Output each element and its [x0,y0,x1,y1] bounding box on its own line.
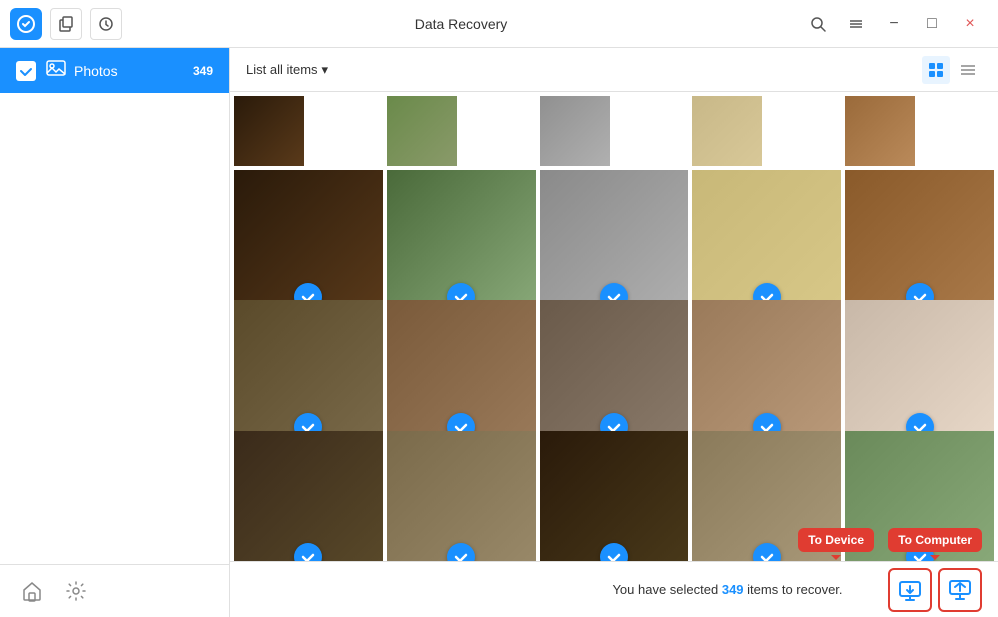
menu-icon[interactable] [838,6,874,42]
photo-cell-10[interactable] [234,431,383,561]
status-bar: You have selected 349 items to recover. … [230,561,998,617]
settings-icon[interactable] [60,575,92,607]
grid-view-toggle[interactable] [922,56,950,84]
photo-cell-4[interactable] [845,170,994,319]
photo-cell-partial-0[interactable] [234,96,304,166]
title-bar-left [10,8,122,40]
photo-grid [230,92,998,561]
app-title: Data Recovery [415,16,508,32]
content-toolbar: List all items ▾ [230,48,998,92]
tooltip-device: To Device [798,528,874,552]
minimize-button[interactable]: − [876,6,912,42]
photo-cell-12[interactable] [540,431,689,561]
check-overlay-11 [447,543,475,561]
photo-cell-2[interactable] [540,170,689,319]
list-view-toggle[interactable] [954,56,982,84]
photo-cell-11[interactable] [387,431,536,561]
dropdown-icon: ▾ [322,62,329,78]
sidebar-bottom [0,564,229,617]
sidebar: Photos 349 [0,48,230,617]
copy-icon[interactable] [50,8,82,40]
check-overlay-12 [600,543,628,561]
tooltip-computer: To Computer [888,528,982,552]
list-all-button[interactable]: List all items ▾ [246,62,328,78]
title-bar: Data Recovery − □ × [0,0,998,48]
photos-icon [46,58,66,83]
maximize-button[interactable]: □ [914,6,950,42]
status-count: 349 [722,582,744,597]
check-icon [16,61,36,81]
check-overlay-10 [294,543,322,561]
view-toggles [922,56,982,84]
history-icon[interactable] [90,8,122,40]
status-suffix: items to recover. [744,582,843,597]
content-area: List all items ▾ [230,48,998,617]
check-overlay-13 [753,543,781,561]
status-text: You have selected 349 items to recover. [567,582,888,597]
search-icon[interactable] [800,6,836,42]
status-prefix: You have selected [612,582,721,597]
photo-cell-partial-2[interactable] [540,96,610,166]
list-all-label: List all items [246,62,318,77]
home-icon[interactable] [16,575,48,607]
photo-cell-6[interactable] [387,300,536,449]
photo-cell-0[interactable] [234,170,383,319]
photo-cell-5[interactable] [234,300,383,449]
sidebar-item-photos[interactable]: Photos 349 [0,48,229,93]
photo-cell-partial-4[interactable] [845,96,915,166]
app-logo [10,8,42,40]
to-device-button[interactable] [888,568,932,612]
photo-cell-3[interactable] [692,170,841,319]
photo-cell-8[interactable] [692,300,841,449]
photos-count: 349 [193,64,213,78]
action-buttons: To Device To Computer [888,568,982,612]
photo-cell-9[interactable] [845,300,994,449]
photo-cell-1[interactable] [387,170,536,319]
to-computer-button[interactable] [938,568,982,612]
main-layout: Photos 349 List all items ▾ [0,48,998,617]
photo-cell-partial-3[interactable] [692,96,762,166]
close-button[interactable]: × [952,6,988,42]
photo-cell-7[interactable] [540,300,689,449]
photo-cell-partial-1[interactable] [387,96,457,166]
photos-label: Photos [74,63,193,79]
window-controls: − □ × [800,6,988,42]
